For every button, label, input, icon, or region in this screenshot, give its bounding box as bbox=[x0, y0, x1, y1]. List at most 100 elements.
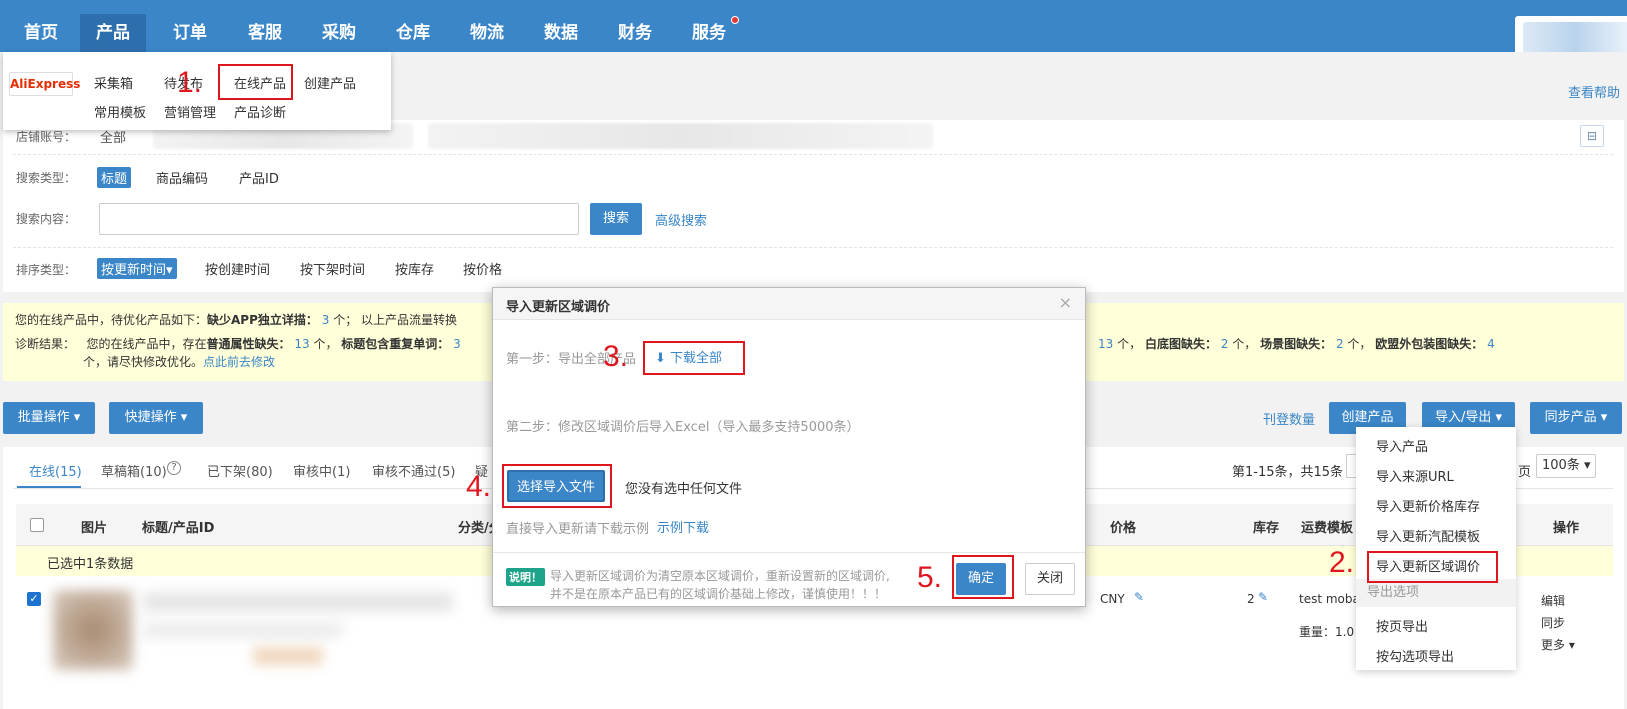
shop-list-blurred-2 bbox=[428, 123, 933, 149]
search-type-sku[interactable]: 商品编码 bbox=[156, 168, 208, 187]
export-by-page[interactable]: 按页导出 bbox=[1376, 616, 1428, 635]
nav-data[interactable]: 数据 bbox=[528, 14, 594, 52]
annotation-step-3: 3. bbox=[603, 340, 629, 373]
sync-products-button[interactable]: 同步产品 ▾ bbox=[1530, 402, 1622, 434]
example-hint: 直接导入更新请下载示例 bbox=[506, 522, 650, 537]
annotation-box-download-all bbox=[643, 341, 745, 375]
tab-drafts[interactable]: 草稿箱(10) bbox=[101, 461, 167, 480]
close-icon[interactable]: × bbox=[1059, 293, 1072, 312]
col-operations: 操作 bbox=[1553, 521, 1580, 536]
tab-delisted[interactable]: 已下架(80) bbox=[207, 461, 273, 480]
nav-orders[interactable]: 订单 bbox=[157, 14, 223, 52]
help-link[interactable]: 查看帮助 bbox=[1568, 82, 1620, 101]
annotation-step-5: 5. bbox=[917, 561, 943, 594]
listing-count-link[interactable]: 刊登数量 bbox=[1263, 409, 1315, 428]
example-download-link[interactable]: 示例下载 bbox=[657, 517, 709, 536]
tab-reviewing[interactable]: 审核中(1) bbox=[293, 461, 350, 480]
sort-update-time[interactable]: 按更新时间▾ bbox=[97, 258, 177, 279]
nav-finance[interactable]: 财务 bbox=[602, 14, 668, 52]
search-input[interactable] bbox=[99, 203, 579, 235]
annotation-box-choose-file bbox=[502, 464, 612, 508]
sort-create-time[interactable]: 按创建时间 bbox=[205, 259, 270, 278]
price-currency: CNY bbox=[1100, 592, 1125, 606]
annotation-box-online-products bbox=[218, 64, 293, 100]
weight-value: 重量：1.0 bbox=[1299, 625, 1355, 639]
shipping-template: test moba bbox=[1299, 592, 1360, 606]
shop-label: 店铺账号： bbox=[16, 130, 77, 144]
per-page-select[interactable]: 100条 ▾ bbox=[1536, 454, 1596, 478]
import-update-price-stock[interactable]: 导入更新价格库存 bbox=[1376, 496, 1480, 515]
note-badge: 说明！ bbox=[506, 568, 545, 586]
nav-products[interactable]: 产品 bbox=[80, 14, 146, 52]
product-image[interactable] bbox=[53, 590, 133, 670]
more-link[interactable]: 更多 ▾ bbox=[1541, 636, 1575, 653]
nav-purchase[interactable]: 采购 bbox=[306, 14, 372, 52]
nav-logistics[interactable]: 物流 bbox=[454, 14, 520, 52]
dialog-title: 导入更新区域调价 bbox=[506, 300, 611, 315]
col-shipping: 运费模板 bbox=[1301, 521, 1354, 536]
import-export-dropdown: 导入产品 导入来源URL 导入更新价格库存 导入更新汽配模板 导入更新区域调价 … bbox=[1356, 427, 1516, 670]
collapse-icon[interactable]: ⊟ bbox=[1580, 125, 1604, 147]
close-button[interactable]: 关闭 bbox=[1025, 563, 1075, 595]
submenu-templates[interactable]: 常用模板 bbox=[94, 102, 146, 121]
nav-customer-service[interactable]: 客服 bbox=[232, 14, 298, 52]
go-fix-link[interactable]: 点此前去修改 bbox=[203, 355, 275, 369]
help-circle-icon[interactable]: ? bbox=[167, 461, 181, 475]
tab-online[interactable]: 在线(15) bbox=[29, 461, 82, 480]
sort-price[interactable]: 按价格 bbox=[463, 259, 502, 278]
search-type-title[interactable]: 标题 bbox=[97, 167, 132, 188]
submenu-marketing[interactable]: 营销管理 bbox=[164, 102, 216, 121]
tab-rejected[interactable]: 审核不通过(5) bbox=[372, 461, 455, 480]
advanced-search-link[interactable]: 高级搜索 bbox=[655, 210, 707, 229]
annotation-step-2: 2. bbox=[1329, 546, 1355, 579]
notification-dot bbox=[731, 16, 739, 24]
col-stock: 库存 bbox=[1253, 521, 1280, 536]
export-by-selection[interactable]: 按勾选项导出 bbox=[1376, 646, 1454, 665]
filter-panel: 店铺账号： 全部 ⊟ 搜索类型： 标题 商品编码 产品ID 搜索内容： 搜索 高… bbox=[3, 120, 1624, 292]
sort-stock[interactable]: 按库存 bbox=[395, 259, 434, 278]
select-all-checkbox[interactable] bbox=[30, 518, 44, 532]
sort-label: 排序类型： bbox=[16, 263, 77, 277]
search-button[interactable]: 搜索 bbox=[590, 203, 642, 235]
pager-page-suffix: 页 bbox=[1518, 465, 1532, 480]
annotation-step-4: 4. bbox=[466, 470, 492, 503]
submenu-create-product[interactable]: 创建产品 bbox=[304, 73, 356, 92]
batch-actions-button[interactable]: 批量操作 ▾ bbox=[3, 402, 95, 434]
export-options-header: 导出选项 bbox=[1356, 579, 1516, 607]
import-products[interactable]: 导入产品 bbox=[1376, 436, 1428, 455]
edit-link[interactable]: 编辑 bbox=[1541, 592, 1565, 609]
edit-stock-icon[interactable]: ✎ bbox=[1258, 590, 1268, 604]
annotation-box-regional-price bbox=[1367, 551, 1498, 583]
note-line2: 并不是在原本产品已有的区域调价基础上修改，谨慎使用！！！ bbox=[550, 587, 887, 601]
user-panel[interactable] bbox=[1515, 16, 1627, 52]
import-source-url[interactable]: 导入来源URL bbox=[1376, 466, 1454, 485]
product-tag-blurred bbox=[253, 647, 323, 665]
nav-warehouse[interactable]: 仓库 bbox=[380, 14, 446, 52]
col-price: 价格 bbox=[1110, 521, 1137, 536]
search-type-label: 搜索类型： bbox=[16, 171, 77, 185]
top-nav: 首页 产品 订单 客服 采购 仓库 物流 数据 财务 服务 bbox=[0, 0, 1627, 52]
note-line1: 导入更新区域调价为清空原本区域调价，重新设置新的区域调价, bbox=[550, 569, 890, 583]
import-update-auto-template[interactable]: 导入更新汽配模板 bbox=[1376, 526, 1480, 545]
edit-price-icon[interactable]: ✎ bbox=[1134, 590, 1144, 604]
search-type-product-id[interactable]: 产品ID bbox=[239, 168, 279, 187]
pager-range: 第1-15条，共15条 bbox=[1232, 465, 1344, 480]
product-id-blurred bbox=[143, 622, 343, 638]
row-checkbox[interactable]: ✓ bbox=[27, 592, 41, 606]
sync-link[interactable]: 同步 bbox=[1541, 614, 1565, 631]
submenu-diagnosis[interactable]: 产品诊断 bbox=[234, 102, 286, 121]
sort-delist-time[interactable]: 按下架时间 bbox=[300, 259, 365, 278]
submenu-collection-box[interactable]: 采集箱 bbox=[94, 73, 133, 92]
annotation-box-confirm bbox=[952, 555, 1014, 599]
nav-home[interactable]: 首页 bbox=[8, 14, 74, 52]
annotation-step-1: 1. bbox=[177, 66, 203, 99]
search-content-label: 搜索内容： bbox=[16, 212, 77, 226]
stock-value: 2 bbox=[1247, 592, 1255, 606]
step2-text: 第二步：修改区域调价后导入Excel（导入最多支持5000条） bbox=[506, 420, 860, 435]
quick-actions-button[interactable]: 快捷操作 ▾ bbox=[109, 402, 203, 434]
col-image: 图片 bbox=[81, 521, 108, 536]
no-file-text: 您没有选中任何文件 bbox=[625, 482, 743, 497]
product-title-blurred[interactable] bbox=[143, 592, 453, 612]
col-title: 标题/产品ID bbox=[142, 521, 215, 536]
aliexpress-logo[interactable]: AliExpress bbox=[9, 72, 80, 96]
